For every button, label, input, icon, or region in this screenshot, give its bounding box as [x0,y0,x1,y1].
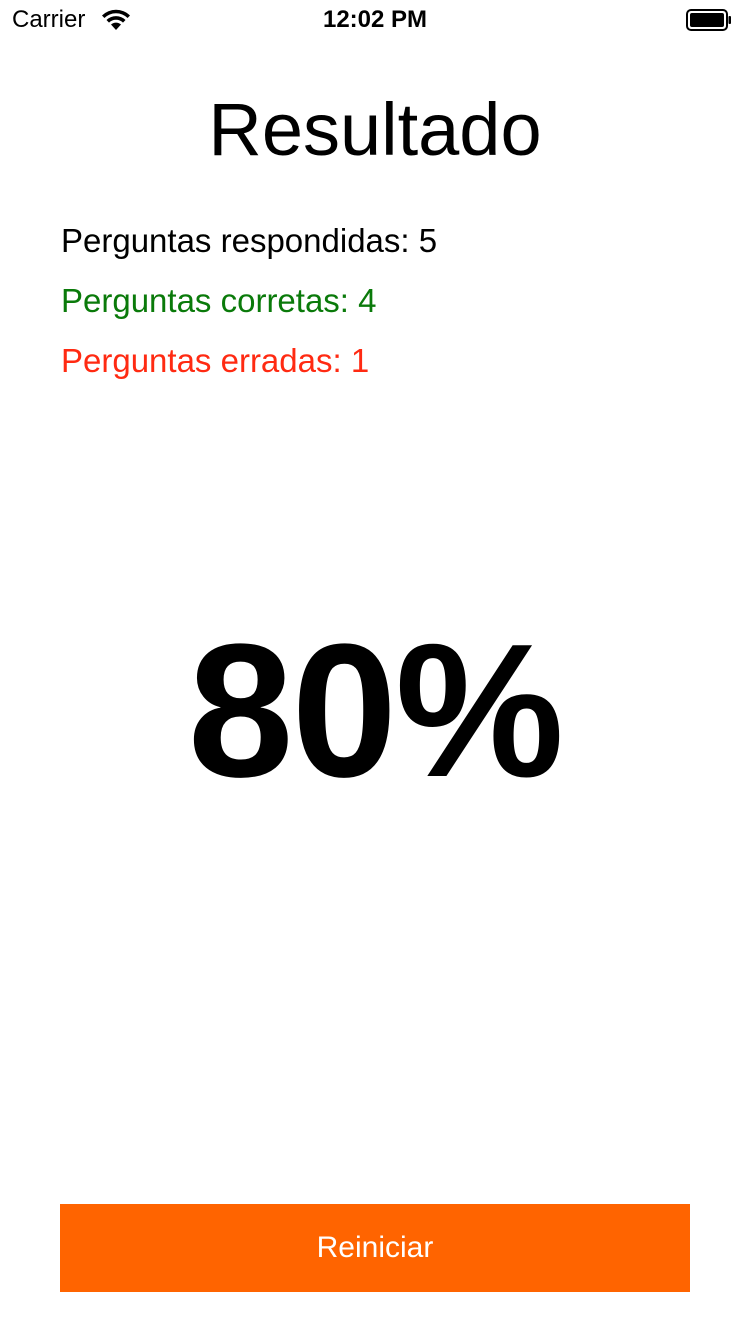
page-title: Resultado [208,88,542,171]
correct-count: Perguntas corretas: 4 [61,282,377,319]
wrong-count: Perguntas erradas: 1 [61,342,370,379]
score-percentage: 80% [187,605,564,817]
clock: 12:02 PM [322,6,428,33]
answered-count: Perguntas respondidas: 5 [61,222,438,259]
status-bar: Carrier 12:02 PM [0,0,750,40]
battery-icon [686,9,731,31]
restart-button[interactable]: Reiniciar [60,1204,690,1292]
